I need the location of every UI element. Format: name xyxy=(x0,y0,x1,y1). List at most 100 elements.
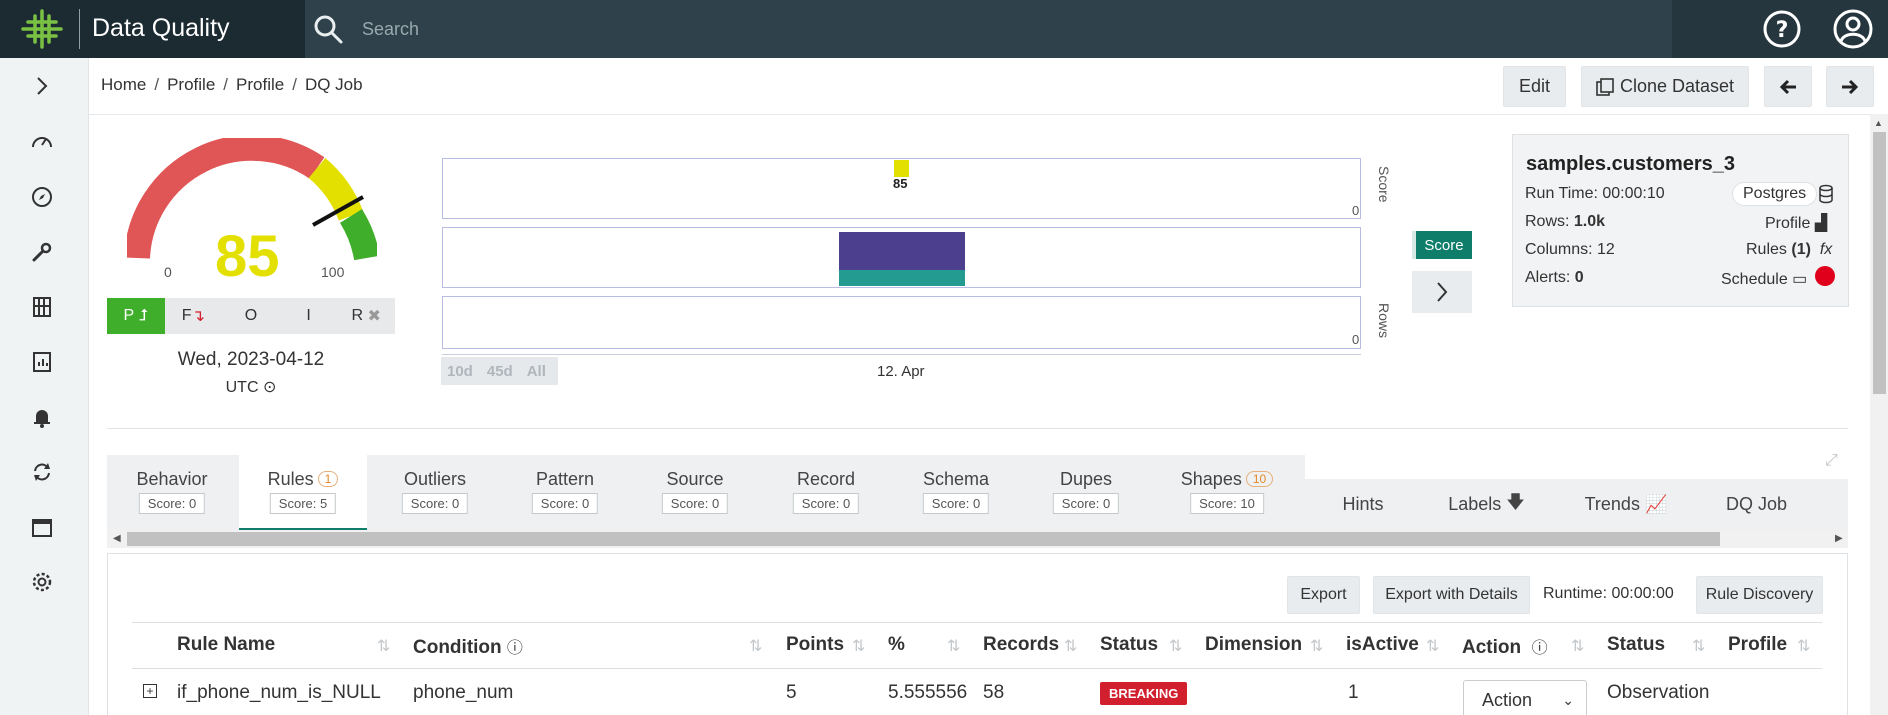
tab-labels[interactable]: Labels 🡇 xyxy=(1420,479,1553,530)
export-button[interactable]: Export xyxy=(1287,576,1360,614)
sort-icon[interactable]: ⇅ xyxy=(947,636,960,656)
tab-source[interactable]: Source Score: 0 xyxy=(631,455,759,530)
compass-icon[interactable] xyxy=(26,181,58,213)
app-logo-icon[interactable] xyxy=(20,8,64,50)
tab-behavior-label: Behavior xyxy=(136,469,208,489)
score-toggle-button[interactable]: Score xyxy=(1412,231,1472,259)
expand-sidebar-icon[interactable] xyxy=(26,70,58,102)
expand-row-icon[interactable]: + xyxy=(143,684,157,698)
sort-icon[interactable]: ⇅ xyxy=(1797,636,1810,656)
export-with-details-button[interactable]: Export with Details xyxy=(1373,576,1530,614)
tab-pattern-label: Pattern xyxy=(535,469,595,489)
col-status[interactable]: Status xyxy=(1100,634,1158,656)
info-icon: ⓘ xyxy=(506,640,523,657)
tab-behavior[interactable]: Behavior Score: 0 xyxy=(107,455,237,530)
scroll-up-icon[interactable]: ▲ xyxy=(1874,118,1883,128)
fail-arrow-icon: ↴ xyxy=(191,308,205,325)
schedule-link[interactable]: Schedule ▭ xyxy=(1721,269,1807,289)
tab-hints[interactable]: Hints xyxy=(1308,479,1418,530)
col-status-2[interactable]: Status xyxy=(1607,634,1665,656)
next-button[interactable] xyxy=(1826,66,1874,107)
sort-icon[interactable]: ⇅ xyxy=(1169,636,1182,656)
previous-button[interactable] xyxy=(1764,66,1812,107)
tab-dupes[interactable]: Dupes Score: 0 xyxy=(1022,455,1150,530)
rows-row: Rows: 1.0k xyxy=(1525,213,1605,231)
rows-value: 1.0k xyxy=(1573,213,1606,230)
edit-button[interactable]: Edit xyxy=(1503,66,1566,107)
rule-discovery-button[interactable]: Rule Discovery xyxy=(1696,576,1823,614)
outlier-filter-button[interactable]: O xyxy=(222,298,280,334)
calendar-icon[interactable] xyxy=(26,511,58,543)
col-percent[interactable]: % xyxy=(888,634,905,656)
col-profile[interactable]: Profile xyxy=(1728,634,1787,656)
info-filter-button[interactable]: I xyxy=(280,298,338,334)
breadcrumb-home[interactable]: Home xyxy=(101,75,146,95)
dashboard-gauge-icon[interactable] xyxy=(26,126,58,158)
settings-gear-icon[interactable] xyxy=(26,566,58,598)
profile-link[interactable]: Profile ▟ xyxy=(1765,213,1827,233)
fail-filter-button[interactable]: F ↴ xyxy=(165,298,223,334)
tab-outliers-score: Score: 0 xyxy=(401,493,469,514)
sort-icon[interactable]: ⇅ xyxy=(852,636,865,656)
rerun-filter-button[interactable]: R ✖ xyxy=(337,298,395,334)
sort-icon[interactable]: ⇅ xyxy=(1692,636,1705,656)
range-45d-button[interactable]: 45d xyxy=(487,363,513,380)
status-badge: BREAKING xyxy=(1100,682,1188,705)
col-dimension[interactable]: Dimension xyxy=(1205,634,1302,656)
sort-icon[interactable]: ⇅ xyxy=(377,636,390,656)
report-icon[interactable] xyxy=(26,346,58,378)
col-is-active[interactable]: isActive xyxy=(1346,634,1419,656)
catalog-icon[interactable] xyxy=(26,291,58,323)
tab-shapes[interactable]: Shapes 10 Score: 10 xyxy=(1152,455,1302,530)
header-divider xyxy=(89,114,1870,115)
sort-icon[interactable]: ⇅ xyxy=(1310,636,1323,656)
tab-shapes-badge: 10 xyxy=(1245,471,1274,487)
dataset-name: samples.customers_3 xyxy=(1526,153,1736,175)
col-rule-name[interactable]: Rule Name xyxy=(177,634,275,656)
scroll-left-icon[interactable]: ◀ xyxy=(113,533,121,544)
pass-arrow-icon: ⮥ xyxy=(138,307,149,324)
search-icon[interactable] xyxy=(312,13,344,45)
timezone-label: UTC ⊙ xyxy=(107,377,395,397)
col-records[interactable]: Records xyxy=(983,634,1059,656)
clone-dataset-button[interactable]: Clone Dataset xyxy=(1581,66,1749,107)
col-condition[interactable]: Condition ⓘ xyxy=(413,634,523,659)
tab-outliers[interactable]: Outliers Score: 0 xyxy=(371,455,499,530)
sort-icon[interactable]: ⇅ xyxy=(1571,636,1584,656)
page-scroll-thumb[interactable] xyxy=(1873,132,1886,394)
col-points[interactable]: Points xyxy=(786,634,844,656)
scroll-right-icon[interactable]: ▶ xyxy=(1835,533,1843,544)
tab-trends[interactable]: Trends 📈 xyxy=(1556,479,1696,530)
help-icon[interactable]: ? xyxy=(1762,9,1802,49)
bell-icon[interactable] xyxy=(26,401,58,433)
breadcrumb-profile-2[interactable]: Profile xyxy=(236,75,284,95)
range-10d-button[interactable]: 10d xyxy=(447,363,473,380)
rules-link[interactable]: Rules (1) fx xyxy=(1746,241,1832,259)
chart-next-button[interactable] xyxy=(1412,271,1472,313)
tabs-scroll-thumb[interactable] xyxy=(127,532,1720,546)
breadcrumb-profile[interactable]: Profile xyxy=(167,75,215,95)
tab-schema[interactable]: Schema Score: 0 xyxy=(892,455,1020,530)
action-select[interactable]: Action ⌄ xyxy=(1463,680,1587,715)
tab-dq-job[interactable]: DQ Job xyxy=(1699,479,1814,530)
tab-record[interactable]: Record Score: 0 xyxy=(762,455,890,530)
search-input[interactable] xyxy=(362,12,1652,46)
status-filter-bar: P ⮥ F ↴ O I R ✖ xyxy=(107,298,395,334)
wrench-icon[interactable] xyxy=(26,236,58,268)
tab-record-score: Score: 0 xyxy=(792,493,860,514)
sort-icon[interactable]: ⇅ xyxy=(1064,636,1077,656)
sort-icon[interactable]: ⇅ xyxy=(1426,636,1439,656)
col-action[interactable]: Action ⓘ xyxy=(1462,634,1548,659)
database-icon[interactable] xyxy=(1818,184,1834,209)
range-all-button[interactable]: All xyxy=(527,363,546,380)
tab-rules[interactable]: Rules 1 Score: 5 xyxy=(239,455,367,530)
svg-text:?: ? xyxy=(1776,18,1789,43)
tab-pattern[interactable]: Pattern Score: 0 xyxy=(501,455,629,530)
user-account-icon[interactable] xyxy=(1832,8,1874,50)
sync-icon[interactable] xyxy=(26,456,58,488)
tab-schema-label: Schema xyxy=(922,469,990,489)
sort-icon[interactable]: ⇅ xyxy=(749,636,762,656)
expand-icon[interactable]: ⤢ xyxy=(1825,452,1838,470)
columns-row: Columns: 12 xyxy=(1525,241,1615,259)
pass-filter-button[interactable]: P ⮥ xyxy=(107,298,165,334)
